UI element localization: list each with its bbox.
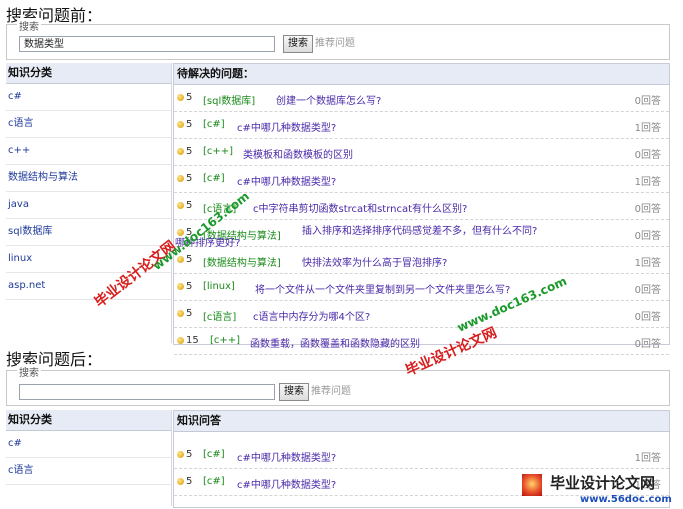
question-title[interactable]: 类模板和函数模板的区别 [243, 146, 353, 161]
answer-count: 1回答 [634, 177, 661, 188]
reward-score: 5 [186, 308, 193, 319]
question-category[interactable]: [linux] [203, 281, 235, 292]
reward-score: 5 [186, 476, 193, 487]
question-title[interactable]: 函数重载，函数覆盖和函数隐藏的区别 [250, 335, 420, 350]
question-category[interactable]: [c#] [203, 449, 225, 460]
search-box-after: 搜索 搜索 推荐问题 [6, 364, 670, 406]
brand-name: 毕业设计论文网 [550, 474, 656, 492]
question-title[interactable]: c#中哪几种数据类型? [237, 449, 336, 464]
coin-icon [177, 148, 184, 155]
reward-score: 5 [186, 173, 193, 184]
reward-score: 15 [186, 335, 199, 346]
search-input[interactable] [19, 384, 275, 400]
coin-icon [177, 121, 184, 128]
search-box-before: 搜索 数据类型 搜索 推荐问题 [6, 18, 670, 60]
coin-icon [177, 202, 184, 209]
category-item[interactable]: 数据结构与算法 [6, 165, 171, 192]
question-row[interactable]: 5 [c语言] c语言中内存分为哪4个区? 0回答 [174, 301, 669, 328]
coin-icon [177, 94, 184, 101]
answer-count: 0回答 [634, 231, 661, 242]
answer-count: 0回答 [634, 285, 661, 296]
category-item[interactable]: sql数据库 [6, 219, 171, 246]
question-row[interactable]: 5 [sql数据库] 创建一个数据库怎么写? 0回答 [174, 85, 669, 112]
category-item[interactable]: c# [6, 431, 171, 458]
question-category[interactable]: [c#] [203, 476, 225, 487]
answer-count: 0回答 [634, 204, 661, 215]
category-item[interactable]: c语言 [6, 111, 171, 138]
question-category[interactable]: [c++] [203, 146, 233, 157]
answer-count: 0回答 [634, 312, 661, 323]
brand-url: www.56doc.com [580, 494, 672, 505]
question-category[interactable]: [c语言] [203, 308, 236, 323]
coin-icon [177, 175, 184, 182]
category-panel-after: 知识分类 c# c语言 [6, 410, 172, 506]
search-input[interactable]: 数据类型 [19, 36, 275, 52]
reward-score: 5 [186, 146, 193, 157]
recommend-link[interactable]: 推荐问题 [311, 383, 351, 401]
coin-icon [177, 310, 184, 317]
question-panel-before: 待解决的问题： 5 [sql数据库] 创建一个数据库怎么写? 0回答 5 [c#] c#中哪… [173, 63, 670, 355]
question-title[interactable]: 插入排序和选择排序代码感觉差不多，但有什么不同? [302, 222, 537, 237]
question-title[interactable]: c#中哪几种数据类型? [237, 119, 336, 134]
search-button[interactable]: 搜索 [279, 383, 309, 401]
question-title[interactable]: c#中哪几种数据类型? [237, 476, 336, 491]
reward-score: 5 [186, 281, 193, 292]
question-row[interactable]: 5 [linux] 将一个文件从一个文件夹里复制到另一个文件夹里怎么写? 0回答 [174, 274, 669, 301]
question-title[interactable]: c#中哪几种数据类型? [237, 173, 336, 188]
answer-count: 0回答 [634, 339, 661, 350]
question-category[interactable]: [c#] [203, 173, 225, 184]
answer-count: 0回答 [634, 150, 661, 161]
question-row[interactable]: 5 [c#] c#中哪几种数据类型? 1回答 [174, 112, 669, 139]
question-row[interactable]: 5 [数据结构与算法] 插入排序和选择排序代码感觉差不多，但有什么不同? 哪种排序更好… [174, 220, 669, 249]
reward-score: 5 [186, 254, 193, 265]
search-button[interactable]: 搜索 [283, 35, 313, 53]
question-header: 知识问答 [174, 411, 669, 432]
brand-logo-icon [522, 474, 542, 496]
search-legend: 搜索 [17, 18, 41, 33]
category-item[interactable]: java [6, 192, 171, 219]
question-title[interactable]: c语言中内存分为哪4个区? [253, 308, 370, 323]
category-item[interactable]: c# [6, 84, 171, 111]
question-row[interactable]: 5 [c++] 类模板和函数模板的区别 0回答 [174, 139, 669, 166]
coin-icon [177, 283, 184, 290]
question-title[interactable]: 快排法效率为什么高于冒泡排序? [302, 254, 447, 269]
question-row[interactable]: 15 [c++] 函数重载，函数覆盖和函数隐藏的区别 0回答 [174, 328, 669, 355]
coin-icon [177, 451, 184, 458]
question-category[interactable]: [c++] [210, 335, 240, 346]
question-title[interactable]: c中字符串剪切函数strcat和strncat有什么区别? [253, 200, 467, 215]
coin-icon [177, 337, 184, 344]
question-row[interactable]: 5 [c#] c#中哪几种数据类型? 1回答 [174, 442, 669, 469]
question-title[interactable]: 创建一个数据库怎么写? [276, 92, 381, 107]
question-row[interactable]: 5 [数据结构与算法] 快排法效率为什么高于冒泡排序? 1回答 [174, 247, 669, 274]
question-title[interactable]: 将一个文件从一个文件夹里复制到另一个文件夹里怎么写? [255, 281, 510, 296]
question-header: 待解决的问题： [174, 64, 669, 85]
recommend-link[interactable]: 推荐问题 [315, 35, 355, 53]
reward-score: 5 [186, 92, 193, 103]
category-item[interactable]: c语言 [6, 458, 171, 485]
category-panel-before: 知识分类 c# c语言 c++ 数据结构与算法 java sql数据库 linux asp.n… [6, 63, 172, 343]
coin-icon [177, 478, 184, 485]
category-header: 知识分类 [6, 410, 171, 431]
question-category[interactable]: [sql数据库] [203, 92, 255, 107]
question-row[interactable]: 5 [c#] c#中哪几种数据类型? 1回答 [174, 166, 669, 193]
answer-count: 1回答 [634, 258, 661, 269]
search-legend: 搜索 [17, 364, 41, 379]
category-item[interactable]: c++ [6, 138, 171, 165]
question-category[interactable]: [数据结构与算法] [203, 254, 281, 269]
answer-count: 1回答 [634, 453, 661, 464]
reward-score: 5 [186, 119, 193, 130]
category-header: 知识分类 [6, 63, 171, 84]
answer-count: 0回答 [634, 96, 661, 107]
answer-count: 1回答 [634, 123, 661, 134]
reward-score: 5 [186, 449, 193, 460]
question-category[interactable]: [c#] [203, 119, 225, 130]
reward-score: 5 [186, 200, 193, 211]
